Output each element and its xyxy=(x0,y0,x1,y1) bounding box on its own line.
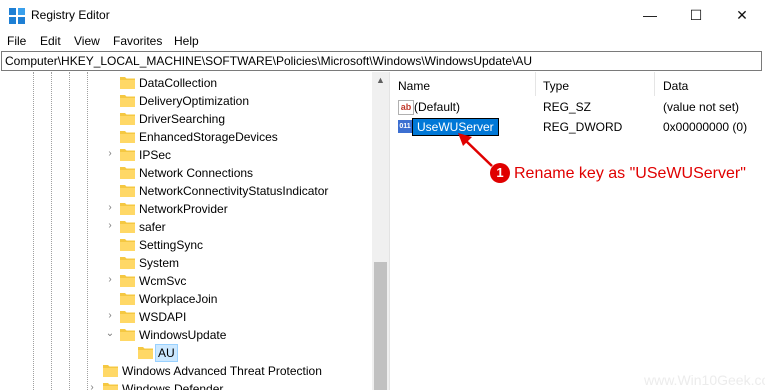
list-row[interactable]: ab (Default) REG_SZ (value not set) xyxy=(392,98,765,116)
value-type: REG_SZ xyxy=(543,100,592,114)
folder-icon xyxy=(120,149,135,161)
tree-item[interactable]: AU xyxy=(0,344,372,362)
dword-value-icon: 011 xyxy=(398,120,412,133)
expand-chevron-icon[interactable]: › xyxy=(105,274,115,286)
maximize-button[interactable]: ☐ xyxy=(673,0,719,31)
tree-item[interactable]: DataCollection xyxy=(0,74,372,92)
folder-icon xyxy=(120,239,135,251)
folder-icon xyxy=(120,329,135,341)
value-name: (Default) xyxy=(414,100,461,114)
tree-item-label: WSDAPI xyxy=(139,310,187,324)
tree-item-label: DataCollection xyxy=(139,76,218,90)
tree-item-label: SettingSync xyxy=(139,238,204,252)
tree-item[interactable]: ⌄ WindowsUpdate xyxy=(0,326,372,344)
tree-item-label: System xyxy=(139,256,180,270)
tree-item-label: WindowsUpdate xyxy=(139,328,227,342)
menu-edit[interactable]: Edit xyxy=(40,34,61,48)
string-value-icon: ab xyxy=(398,100,414,115)
tree-item[interactable]: System xyxy=(0,254,372,272)
tree-item-label: Windows Advanced Threat Protection xyxy=(122,364,322,378)
window-title: Registry Editor xyxy=(31,8,110,22)
folder-icon xyxy=(120,293,135,305)
tree-item[interactable]: › safer xyxy=(0,218,372,236)
value-type: REG_DWORD xyxy=(543,120,623,134)
folder-icon xyxy=(120,131,135,143)
title-bar: Registry Editor — ☐ ✕ xyxy=(0,0,765,31)
tree-item-label: AU xyxy=(155,344,178,362)
expand-chevron-icon[interactable]: › xyxy=(105,202,115,214)
column-divider[interactable] xyxy=(535,72,536,96)
folder-icon xyxy=(120,113,135,125)
tree-item[interactable]: › NetworkProvider xyxy=(0,200,372,218)
registry-editor-icon xyxy=(9,8,25,24)
tree-item-label: WcmSvc xyxy=(139,274,187,288)
tree-item-label: EnhancedStorageDevices xyxy=(139,130,278,144)
folder-icon xyxy=(120,257,135,269)
menu-file[interactable]: File xyxy=(7,34,26,48)
column-header-name[interactable]: Name xyxy=(398,79,430,93)
tree-item[interactable]: WorkplaceJoin xyxy=(0,290,372,308)
collapse-chevron-icon[interactable]: ⌄ xyxy=(105,328,115,340)
annotation-number-badge: 1 xyxy=(490,163,510,183)
minimize-button[interactable]: — xyxy=(627,0,673,31)
values-list: Name Type Data ab (Default) REG_SZ (valu… xyxy=(392,72,765,390)
tree-item[interactable]: › WSDAPI xyxy=(0,308,372,326)
tree-item-label: safer xyxy=(139,220,166,234)
value-data: 0x00000000 (0) xyxy=(663,120,748,134)
folder-icon xyxy=(138,347,153,359)
rename-edit-field[interactable]: UseWUServer xyxy=(412,118,499,136)
tree-item[interactable]: DeliveryOptimization xyxy=(0,92,372,110)
annotation-text: Rename key as "USeWUServer" xyxy=(514,165,746,182)
tree-item[interactable]: › WcmSvc xyxy=(0,272,372,290)
expand-chevron-icon[interactable]: › xyxy=(105,220,115,232)
tree-item-label: Windows Defender xyxy=(122,382,224,390)
scroll-up-arrow-icon[interactable]: ▲ xyxy=(372,72,389,89)
expand-chevron-icon[interactable]: › xyxy=(105,148,115,160)
tree-item-label: Network Connections xyxy=(139,166,254,180)
folder-icon xyxy=(120,275,135,287)
close-button[interactable]: ✕ xyxy=(719,0,765,31)
folder-icon xyxy=(120,203,135,215)
tree-item-label: DriverSearching xyxy=(139,112,226,126)
folder-icon xyxy=(120,221,135,233)
tree-item[interactable]: Windows Advanced Threat Protection xyxy=(0,362,372,380)
folder-icon xyxy=(120,77,135,89)
list-row[interactable]: 011 UseWUServer REG_DWORD 0x00000000 (0) xyxy=(392,118,765,136)
folder-icon xyxy=(120,311,135,323)
tree-item[interactable]: › IPSec xyxy=(0,146,372,164)
tree-item-label: IPSec xyxy=(139,148,172,162)
tree-item[interactable]: SettingSync xyxy=(0,236,372,254)
watermark: www.Win10Geek.com xyxy=(644,372,765,388)
tree-item-label: NetworkProvider xyxy=(139,202,228,216)
tree-pane: DataCollection DeliveryOptimization Driver… xyxy=(0,72,390,390)
column-header-data[interactable]: Data xyxy=(663,79,688,93)
expand-chevron-icon[interactable]: › xyxy=(87,382,97,390)
folder-icon xyxy=(103,383,118,390)
folder-icon xyxy=(103,365,118,377)
folder-icon xyxy=(120,185,135,197)
folder-icon xyxy=(120,167,135,179)
menu-help[interactable]: Help xyxy=(174,34,199,48)
tree-item[interactable]: Network Connections xyxy=(0,164,372,182)
tree-item-label: NetworkConnectivityStatusIndicator xyxy=(139,184,329,198)
menu-bar: File Edit View Favorites Help xyxy=(0,31,765,51)
tree-item[interactable]: › Windows Defender xyxy=(0,380,372,390)
tree-item-label: DeliveryOptimization xyxy=(139,94,250,108)
folder-icon xyxy=(120,95,135,107)
tree-item[interactable]: EnhancedStorageDevices xyxy=(0,128,372,146)
tree-item[interactable]: DriverSearching xyxy=(0,110,372,128)
scrollbar-thumb[interactable] xyxy=(374,262,387,390)
tree-scrollbar[interactable]: ▲ xyxy=(372,72,389,390)
expand-chevron-icon[interactable]: › xyxy=(105,310,115,322)
menu-view[interactable]: View xyxy=(74,34,100,48)
tree-item[interactable]: NetworkConnectivityStatusIndicator xyxy=(0,182,372,200)
column-header-type[interactable]: Type xyxy=(543,79,569,93)
value-data: (value not set) xyxy=(663,100,740,114)
column-divider[interactable] xyxy=(654,72,655,96)
tree-item-label: WorkplaceJoin xyxy=(139,292,218,306)
menu-favorites[interactable]: Favorites xyxy=(113,34,162,48)
address-bar[interactable]: Computer\HKEY_LOCAL_MACHINE\SOFTWARE\Pol… xyxy=(1,51,762,71)
